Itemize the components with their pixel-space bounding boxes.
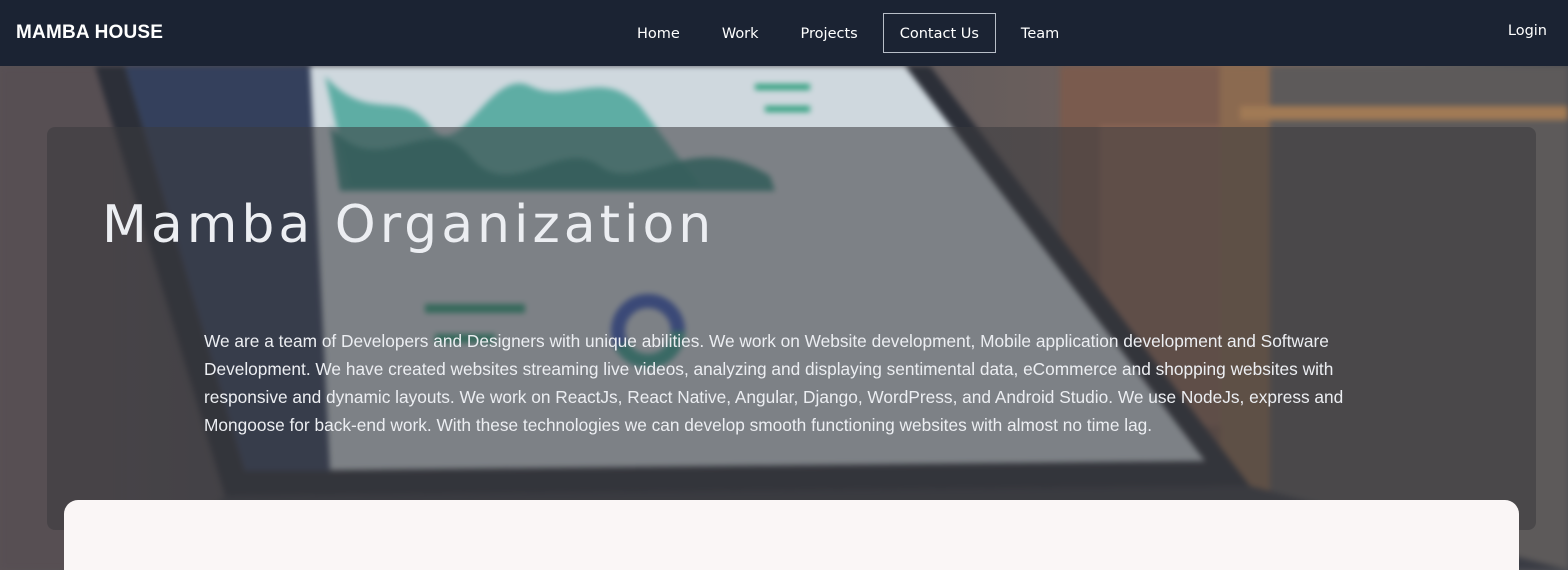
login-link[interactable]: Login: [1508, 23, 1547, 39]
top-navbar: MAMBA HOUSE Home Work Projects Contact U…: [0, 0, 1568, 66]
hero-title: Mamba Organization: [102, 195, 716, 255]
content-panel: [64, 500, 1519, 570]
nav-links: Home Work Projects Contact Us Team: [620, 13, 1076, 53]
hero-card: Mamba Organization We are a team of Deve…: [47, 127, 1536, 530]
hero-description: We are a team of Developers and Designer…: [204, 331, 1344, 435]
nav-link-team[interactable]: Team: [1004, 13, 1076, 53]
nav-link-work[interactable]: Work: [705, 13, 776, 53]
nav-link-contact-us[interactable]: Contact Us: [882, 13, 996, 53]
nav-link-home[interactable]: Home: [620, 13, 697, 53]
brand-logo[interactable]: MAMBA HOUSE: [16, 22, 163, 44]
nav-link-projects[interactable]: Projects: [784, 13, 875, 53]
